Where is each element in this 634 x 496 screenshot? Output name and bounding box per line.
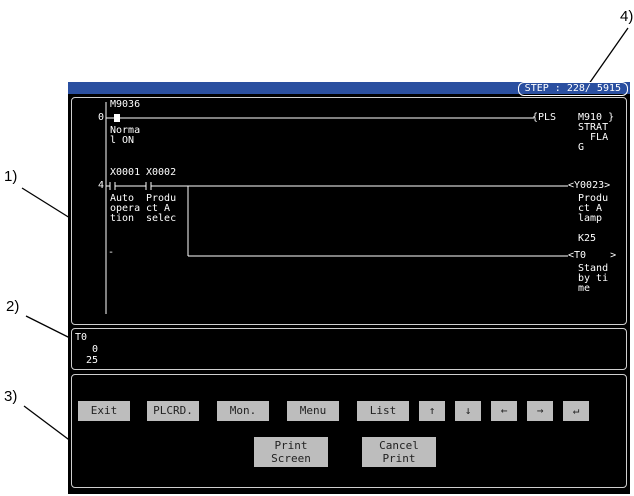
rung0-instruction[interactable]: {PLS	[532, 113, 556, 123]
rung0-step-number: 0	[98, 112, 105, 123]
rung4-coil2-comment: Stand by ti me	[578, 263, 609, 294]
exit-button[interactable]: Exit	[78, 401, 130, 421]
plcrd-button[interactable]: PLCRD.	[147, 401, 199, 421]
right-arrow-button[interactable]: →	[527, 401, 553, 421]
step-counter: STEP : 228/ 5915	[517, 82, 628, 96]
enter-button[interactable]: ↵	[563, 401, 589, 421]
rung4-coil1-comment: Produ ct A lamp	[578, 193, 609, 224]
rung4-step-number: 4	[98, 180, 105, 191]
rung4-coil1-device[interactable]: <Y0023>	[568, 181, 610, 191]
rung4-contact2-device[interactable]: X0002	[146, 168, 176, 178]
leader-line-3	[23, 405, 73, 443]
monitor-current-value: 0	[92, 344, 99, 355]
rung4-contact1-comment: Auto opera tion	[110, 193, 141, 224]
leader-line-4	[585, 27, 629, 89]
cursor-block	[114, 114, 120, 122]
callout-3: 3)	[4, 388, 18, 405]
rung0-output-comment: STRAT FLA G	[578, 122, 609, 153]
title-bar: STEP : 228/ 5915	[68, 82, 630, 96]
callout-4: 4)	[620, 8, 634, 25]
list-button[interactable]: List	[357, 401, 409, 421]
rung-cursor-mark: -	[108, 247, 115, 258]
rung0-contact-device[interactable]: M9036	[110, 100, 140, 110]
rung4-coil2-device[interactable]: <T0 >	[568, 251, 616, 261]
key-panel: Exit PLCRD. Mon. Menu List ↑ ↓ ← → ↵ Pri…	[71, 374, 627, 488]
rung4-contact2-comment: Produ ct A selec	[146, 193, 177, 224]
monitor-setting-value: 25	[86, 355, 99, 366]
leader-line-2	[25, 315, 71, 339]
down-arrow-button[interactable]: ↓	[455, 401, 481, 421]
menu-button[interactable]: Menu	[287, 401, 339, 421]
left-arrow-button[interactable]: ←	[491, 401, 517, 421]
gt-screen: STEP : 228/ 5915 0 M9036 Norma l ON {PLS…	[68, 82, 630, 494]
device-monitor-panel: T0 0 25	[71, 328, 627, 370]
up-arrow-button[interactable]: ↑	[419, 401, 445, 421]
cancel-print-button[interactable]: Cancel Print	[362, 437, 436, 467]
rung4-contact1-device[interactable]: X0001	[110, 168, 140, 178]
rung4-timer-setting: K25	[578, 233, 597, 244]
callout-2: 2)	[6, 298, 20, 315]
callout-1: 1)	[4, 168, 18, 185]
print-screen-button[interactable]: Print Screen	[254, 437, 328, 467]
leader-line-1	[21, 187, 71, 219]
ladder-panel[interactable]: 0 M9036 Norma l ON {PLS M910 } STRAT FLA…	[71, 97, 627, 325]
rung0-contact-comment: Norma l ON	[110, 125, 141, 146]
mon-button[interactable]: Mon.	[217, 401, 269, 421]
monitor-device-name: T0	[75, 332, 88, 343]
